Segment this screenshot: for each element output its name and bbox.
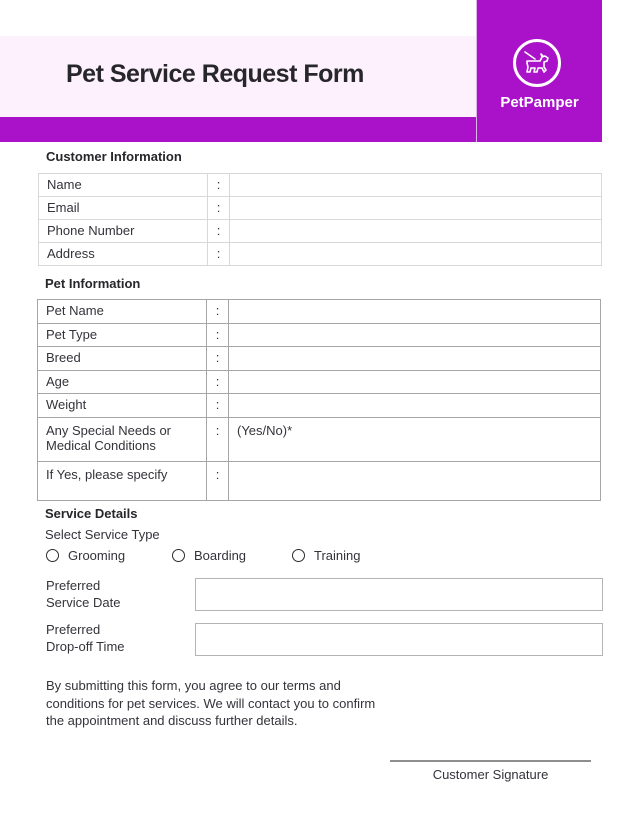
colon-separator: : bbox=[207, 173, 230, 197]
preferred-time-label: Preferred Drop-off Time bbox=[46, 621, 125, 655]
weight-input[interactable] bbox=[228, 393, 601, 418]
preferred-service-date-input[interactable] bbox=[195, 578, 603, 611]
page-title: Pet Service Request Form bbox=[66, 60, 364, 88]
email-input[interactable] bbox=[229, 196, 602, 220]
table-row: If Yes, please specify : bbox=[37, 460, 601, 501]
preferred-time-label-line1: Preferred bbox=[46, 622, 101, 637]
colon-separator: : bbox=[207, 196, 230, 220]
radio-grooming[interactable]: Grooming bbox=[46, 548, 125, 563]
preferred-dropoff-time-input[interactable] bbox=[195, 623, 603, 656]
table-row: Email : bbox=[38, 196, 602, 220]
pet-type-input[interactable] bbox=[228, 322, 601, 347]
preferred-date-label-line1: Preferred bbox=[46, 578, 101, 593]
special-needs-input[interactable]: (Yes/No)* bbox=[228, 416, 601, 462]
pet-info-table: Pet Name : Pet Type : Breed : Age : Weig… bbox=[37, 299, 601, 501]
preferred-time-label-line2: Drop-off Time bbox=[46, 639, 125, 654]
field-label-email: Email bbox=[38, 196, 208, 220]
colon-separator: : bbox=[206, 460, 229, 501]
specify-input[interactable] bbox=[228, 460, 601, 501]
radio-label: Training bbox=[314, 548, 361, 563]
table-row: Phone Number : bbox=[38, 219, 602, 243]
colon-separator: : bbox=[206, 393, 229, 418]
brand-logo-box: PetPamper bbox=[476, 0, 602, 142]
pet-section-title: Pet Information bbox=[45, 276, 141, 291]
preferred-date-label: Preferred Service Date bbox=[46, 577, 120, 611]
colon-separator: : bbox=[206, 346, 229, 371]
field-label-age: Age bbox=[37, 369, 207, 394]
table-row: Weight : bbox=[37, 393, 601, 418]
phone-input[interactable] bbox=[229, 219, 602, 243]
dog-on-leash-icon bbox=[524, 51, 549, 73]
radio-circle-icon[interactable] bbox=[292, 549, 305, 562]
select-service-label: Select Service Type bbox=[45, 527, 160, 542]
logo-circle bbox=[513, 39, 561, 87]
table-row: Pet Name : bbox=[37, 299, 601, 324]
customer-section-title: Customer Information bbox=[46, 149, 182, 164]
terms-text: By submitting this form, you agree to ou… bbox=[46, 678, 376, 728]
field-label-specify: If Yes, please specify bbox=[37, 460, 207, 501]
service-section-title: Service Details bbox=[45, 506, 138, 521]
field-label-name: Name bbox=[38, 173, 208, 197]
colon-separator: : bbox=[207, 219, 230, 243]
signature-label: Customer Signature bbox=[432, 767, 549, 782]
radio-circle-icon[interactable] bbox=[172, 549, 185, 562]
field-label-special-needs: Any Special Needs or Medical Conditions bbox=[37, 416, 207, 462]
pet-name-input[interactable] bbox=[228, 299, 601, 324]
field-label-weight: Weight bbox=[37, 393, 207, 418]
signature-line[interactable] bbox=[390, 760, 591, 762]
colon-separator: : bbox=[206, 299, 229, 324]
radio-label: Boarding bbox=[194, 548, 247, 563]
name-input[interactable] bbox=[229, 173, 602, 197]
breed-input[interactable] bbox=[228, 346, 601, 371]
colon-separator: : bbox=[207, 242, 230, 266]
brand-name: PetPamper bbox=[500, 94, 579, 111]
customer-info-table: Name : Email : Phone Number : Address : bbox=[38, 173, 602, 266]
field-label-pet-name: Pet Name bbox=[37, 299, 207, 324]
radio-circle-icon[interactable] bbox=[46, 549, 59, 562]
table-row: Breed : bbox=[37, 346, 601, 371]
radio-training[interactable]: Training bbox=[292, 548, 360, 563]
address-input[interactable] bbox=[229, 242, 602, 266]
table-row: Age : bbox=[37, 369, 601, 394]
colon-separator: : bbox=[206, 322, 229, 347]
age-input[interactable] bbox=[228, 369, 601, 394]
radio-boarding[interactable]: Boarding bbox=[172, 548, 246, 563]
field-label-address: Address bbox=[38, 242, 208, 266]
table-row: Address : bbox=[38, 242, 602, 266]
colon-separator: : bbox=[206, 416, 229, 462]
field-label-breed: Breed bbox=[37, 346, 207, 371]
accent-bar bbox=[0, 117, 476, 142]
radio-label: Grooming bbox=[68, 548, 126, 563]
table-row: Any Special Needs or Medical Conditions … bbox=[37, 416, 601, 462]
preferred-date-label-line2: Service Date bbox=[46, 595, 121, 610]
colon-separator: : bbox=[206, 369, 229, 394]
field-label-pet-type: Pet Type bbox=[37, 322, 207, 347]
table-row: Name : bbox=[38, 173, 602, 197]
field-label-phone: Phone Number bbox=[38, 219, 208, 243]
table-row: Pet Type : bbox=[37, 322, 601, 347]
